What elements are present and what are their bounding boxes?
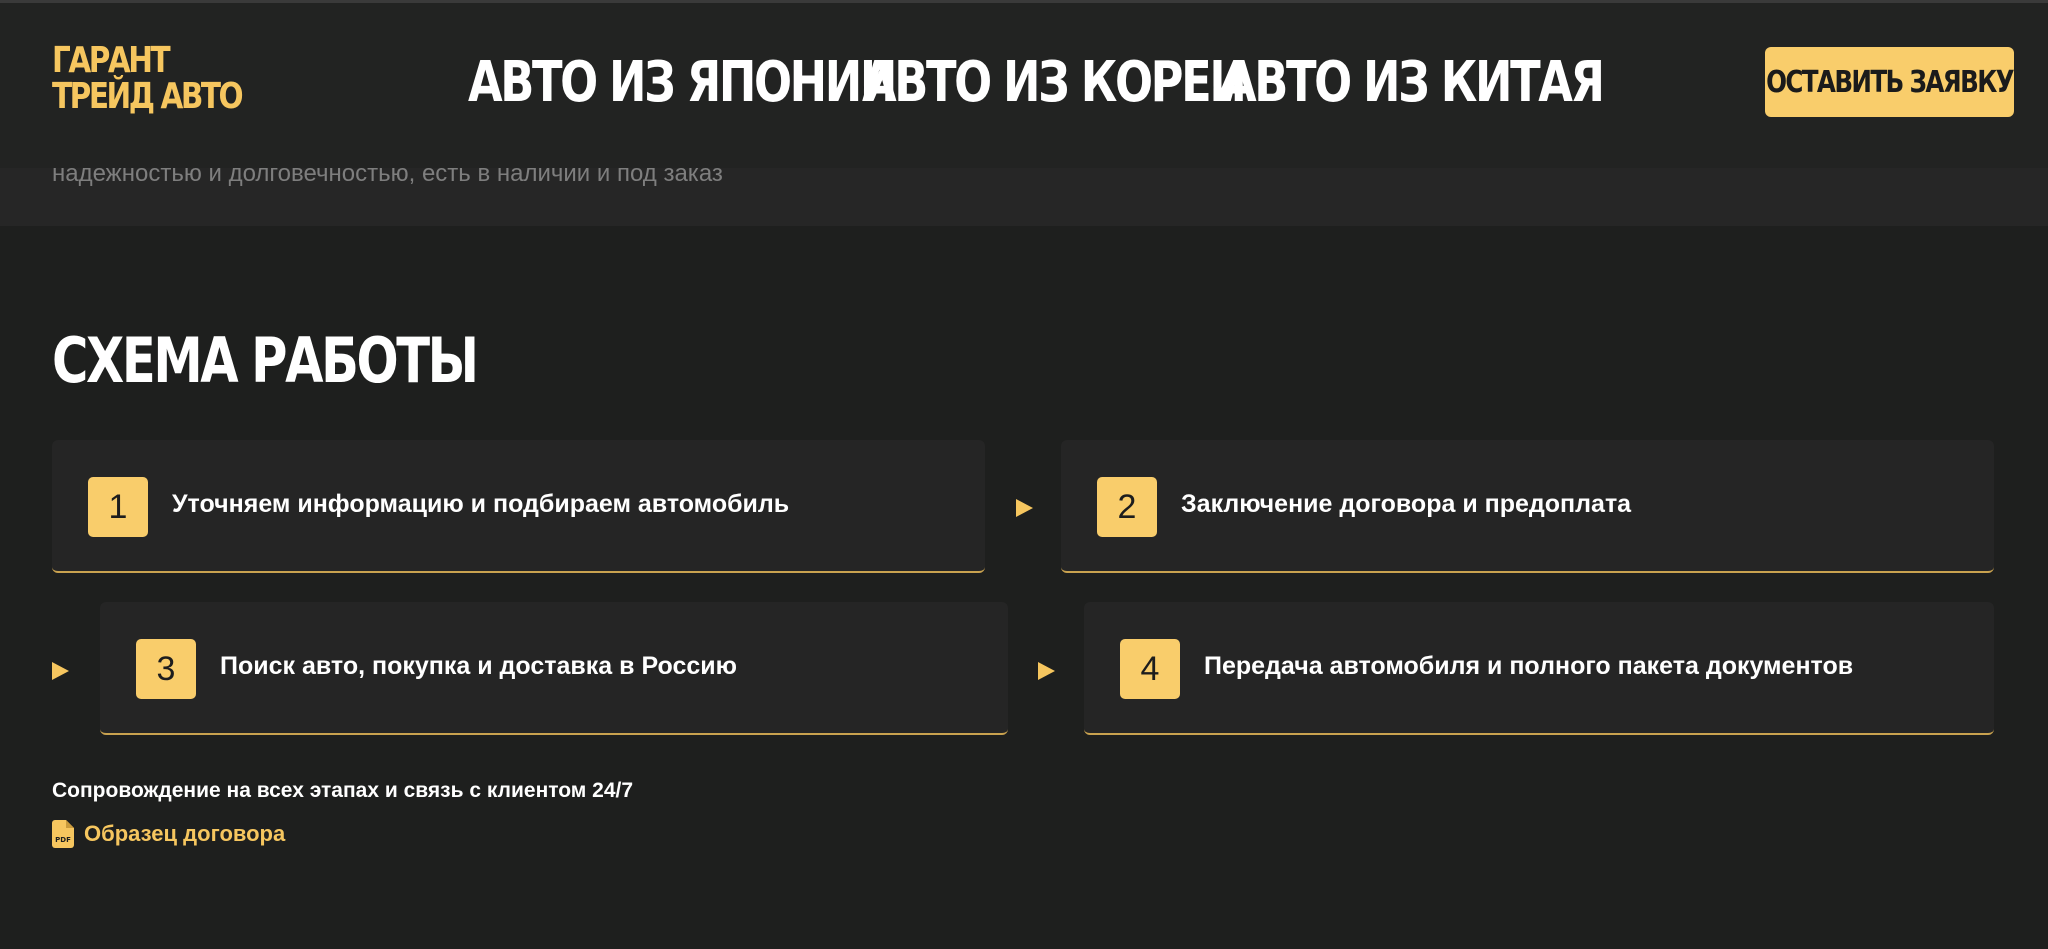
- arrow-right-icon: [1016, 499, 1033, 517]
- site-header: ГАРАНТ ТРЕЙД АВТО АВТО ИЗ ЯПОНИИ АВТО ИЗ…: [0, 0, 2048, 168]
- support-note: Сопровождение на всех этапах и связь с к…: [52, 779, 634, 802]
- pdf-file-icon: PDF: [52, 820, 74, 848]
- hero-section: надежностью и долговечностью, есть в нал…: [0, 168, 2048, 226]
- step-text: Уточняем информацию и подбираем автомоби…: [172, 490, 790, 518]
- logo-line-1: ГАРАНТ: [52, 40, 171, 81]
- section-title: СХЕМА РАБОТЫ: [52, 324, 479, 397]
- contract-sample-label: Образец договора: [84, 821, 286, 846]
- arrow-right-icon: [1038, 662, 1055, 680]
- arrow-right-icon: [52, 662, 69, 680]
- hero-description: надежностью и долговечностью, есть в нал…: [52, 168, 723, 187]
- nav-link-japan[interactable]: АВТО ИЗ ЯПОНИИ: [468, 53, 897, 113]
- nav-link-korea[interactable]: АВТО ИЗ КОРЕИ: [862, 53, 1247, 113]
- pdf-icon-text: PDF: [55, 836, 71, 844]
- leave-request-button-label: ОСТАВИТЬ ЗАЯВКУ: [1766, 64, 2015, 100]
- step-text: Поиск авто, покупка и доставка в Россию: [220, 652, 737, 680]
- logo-line-2: ТРЕЙД АВТО: [52, 76, 244, 117]
- step-number: 2: [1097, 477, 1157, 537]
- step-number: 3: [136, 639, 196, 699]
- step-card-2: 2 Заключение договора и предоплата: [1061, 440, 1994, 573]
- step-text: Заключение договора и предоплата: [1181, 490, 1632, 518]
- leave-request-button[interactable]: ОСТАВИТЬ ЗАЯВКУ: [1765, 47, 2015, 117]
- step-card-3: 3 Поиск авто, покупка и доставка в Росси…: [100, 602, 1008, 735]
- step-card-4: 4 Передача автомобиля и полного пакета д…: [1084, 602, 1994, 735]
- site-logo[interactable]: ГАРАНТ ТРЕЙД АВТО: [52, 40, 244, 117]
- step-number: 4: [1120, 639, 1180, 699]
- step-text: Передача автомобиля и полного пакета док…: [1204, 652, 1854, 680]
- step-number: 1: [88, 477, 148, 537]
- nav-link-china[interactable]: АВТО ИЗ КИТАЯ: [1222, 53, 1605, 113]
- contract-sample-link[interactable]: PDF Образец договора: [52, 820, 285, 848]
- step-card-1: 1 Уточняем информацию и подбираем автомо…: [52, 440, 985, 573]
